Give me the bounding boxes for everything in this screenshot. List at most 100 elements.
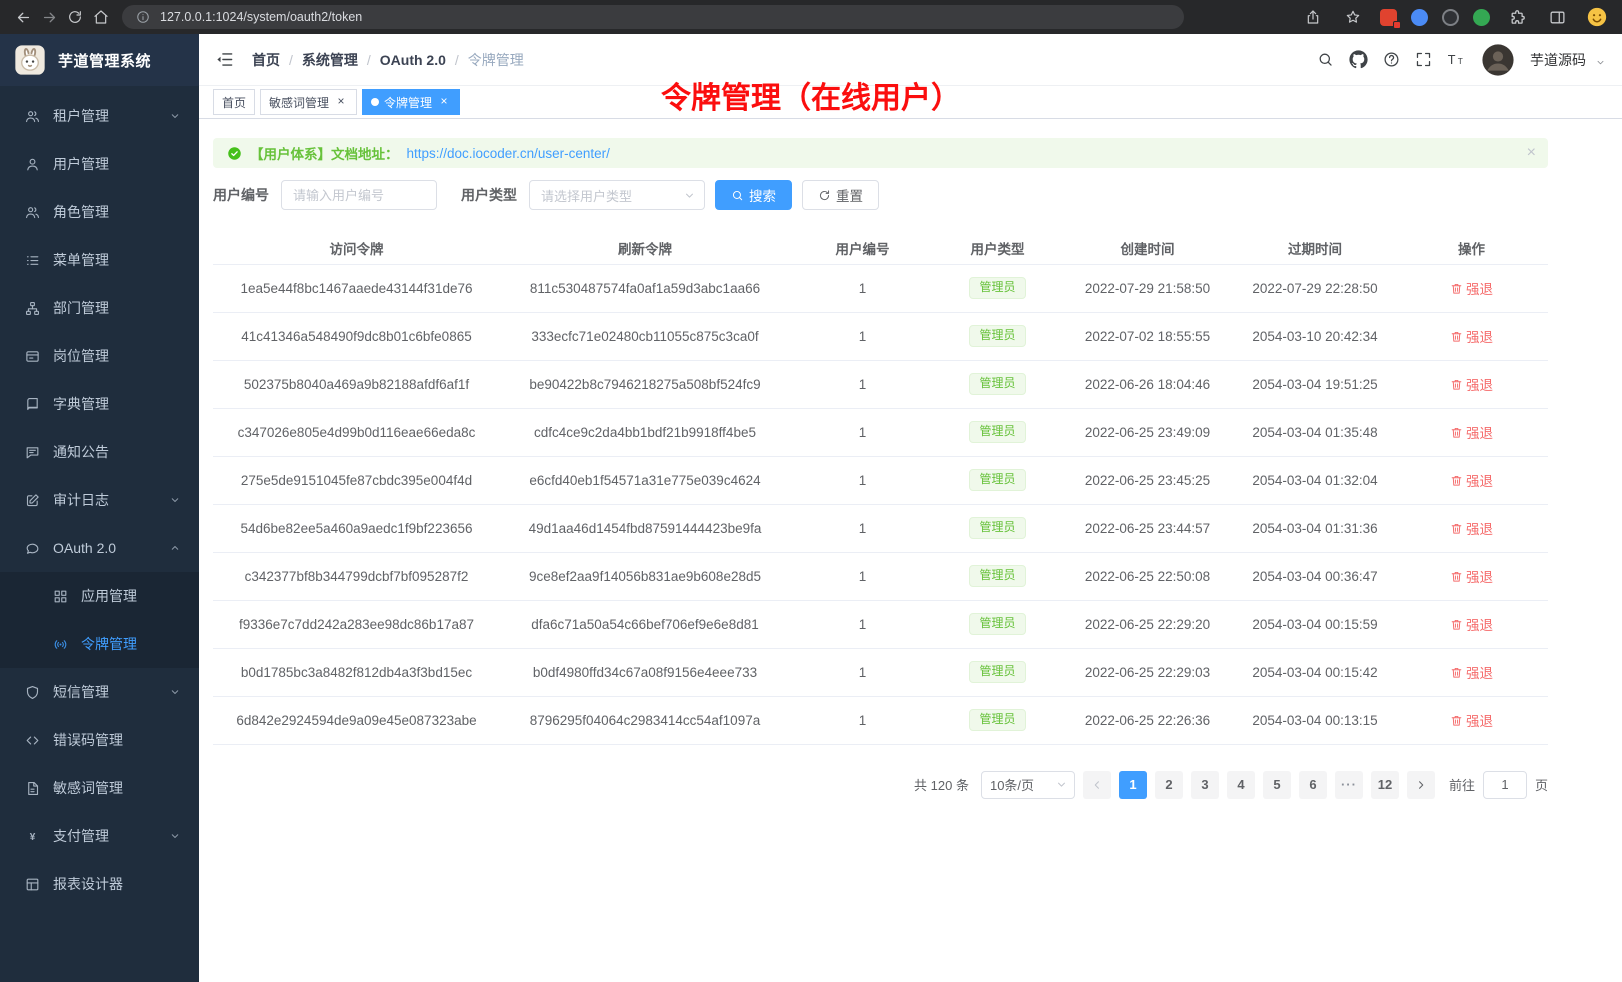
sidebar-item-oauth2[interactable]: OAuth 2.0 [0,524,199,572]
refresh-token-cell: b0df4980ffd34c67a08f9156e4eee733 [500,648,790,696]
force-logout-button[interactable]: 强退 [1450,470,1493,490]
create-time-cell: 2022-06-25 23:45:25 [1060,456,1235,504]
table-row: f9336e7c7dd242a283ee98dc86b17a87dfa6c71a… [213,600,1548,648]
font-size-icon[interactable]: TT [1447,50,1466,69]
sidebar-toggle-icon[interactable] [215,50,234,69]
doc-link[interactable]: https://doc.iocoder.cn/user-center/ [407,146,610,161]
user-id-input[interactable] [281,180,437,210]
reset-button[interactable]: 重置 [802,180,879,210]
alert-close-icon[interactable]: × [1527,145,1536,161]
page-button-2[interactable]: 2 [1155,771,1183,799]
sidebar-item-oauth2-app[interactable]: 应用管理 [0,572,199,620]
sidebar-item-dept[interactable]: 部门管理 [0,284,199,332]
fullscreen-icon[interactable] [1415,51,1432,68]
force-logout-button[interactable]: 强退 [1450,614,1493,634]
sidebar-item-sms[interactable]: 短信管理 [0,668,199,716]
help-icon[interactable] [1383,51,1400,68]
page-button-1[interactable]: 1 [1119,771,1147,799]
tab-oauth2-token[interactable]: 令牌管理× [362,89,460,115]
browser-chrome: 127.0.0.1:1024/system/oauth2/token [0,0,1622,34]
side-panel-icon[interactable] [1544,4,1570,30]
extensions-puzzle-icon[interactable] [1504,4,1530,30]
browser-profile-avatar[interactable] [1584,4,1610,30]
force-logout-button[interactable]: 强退 [1450,278,1493,298]
share-icon[interactable] [1300,4,1326,30]
force-logout-button[interactable]: 强退 [1450,662,1493,682]
sidebar-item-oauth2-token[interactable]: 令牌管理 [0,620,199,668]
page-button-3[interactable]: 3 [1191,771,1219,799]
search-icon[interactable] [1317,51,1334,68]
breadcrumb-item[interactable]: OAuth 2.0 [380,52,446,68]
browser-forward-icon[interactable] [36,4,62,30]
sms-icon [24,685,40,700]
sidebar-item-role[interactable]: 角色管理 [0,188,199,236]
sidebar-item-notice[interactable]: 通知公告 [0,428,199,476]
browser-refresh-icon[interactable] [62,4,88,30]
tab-home[interactable]: 首页 [213,89,255,115]
extension-icon[interactable] [1442,9,1459,26]
extension-icon[interactable] [1473,9,1490,26]
page-button-6[interactable]: 6 [1299,771,1327,799]
extension-icon[interactable] [1411,9,1428,26]
sidebar-item-error-code[interactable]: 错误码管理 [0,716,199,764]
browser-back-icon[interactable] [10,4,36,30]
table-row: 6d842e2924594de9a09e45e087323abe8796295f… [213,696,1548,744]
user-type-select[interactable]: 请选择用户类型 [529,180,705,210]
bookmark-star-icon[interactable] [1340,4,1366,30]
expire-time-cell: 2054-03-04 01:32:04 [1235,456,1395,504]
create-time-cell: 2022-06-26 18:04:46 [1060,360,1235,408]
sidebar-item-menu[interactable]: 菜单管理 [0,236,199,284]
sidebar-item-pay[interactable]: ¥支付管理 [0,812,199,860]
refresh-token-cell: be90422b8c7946218275a508bf524fc9 [500,360,790,408]
force-logout-button[interactable]: 强退 [1450,326,1493,346]
page-button-4[interactable]: 4 [1227,771,1255,799]
goto-page-input[interactable] [1483,771,1527,799]
force-logout-button[interactable]: 强退 [1450,710,1493,730]
chevron-down-icon[interactable] [1595,57,1606,68]
force-logout-button[interactable]: 强退 [1450,374,1493,394]
search-button[interactable]: 搜索 [715,180,792,210]
username[interactable]: 芋道源码 [1530,50,1586,70]
force-logout-button[interactable]: 强退 [1450,422,1493,442]
sidebar-item-user[interactable]: 用户管理 [0,140,199,188]
sidebar-item-tenant[interactable]: 租户管理 [0,92,199,140]
user-id-cell: 1 [790,360,935,408]
sidebar-item-sensitive-word[interactable]: 敏感词管理 [0,764,199,812]
sidebar-item-post[interactable]: 岗位管理 [0,332,199,380]
search-button-label: 搜索 [749,185,776,205]
next-page-button[interactable] [1407,771,1435,799]
success-check-icon [227,146,242,161]
tab-close-icon[interactable]: × [437,95,451,109]
navbar-actions: TT 芋道源码 [1317,43,1606,77]
github-icon[interactable] [1349,50,1368,69]
page-size-select[interactable]: 10条/页 [981,771,1075,799]
prev-page-button[interactable] [1083,771,1111,799]
page-button-12[interactable]: 12 [1371,771,1399,799]
app-logo[interactable]: 芋道管理系统 [0,34,199,86]
tags-view-bar: 首页敏感词管理×令牌管理× [199,86,1622,119]
force-logout-button[interactable]: 强退 [1450,518,1493,538]
sidebar-item-dict[interactable]: 字典管理 [0,380,199,428]
sidebar-item-audit-log[interactable]: 审计日志 [0,476,199,524]
site-info-icon[interactable] [134,8,152,26]
chevron-down-icon [683,189,696,202]
create-time-cell: 2022-06-25 23:49:09 [1060,408,1235,456]
pager-ellipsis[interactable]: ··· [1335,771,1363,799]
breadcrumb-item[interactable]: 系统管理 [302,50,358,70]
expire-time-cell: 2054-03-04 01:35:48 [1235,408,1395,456]
access-token-cell: 6d842e2924594de9a09e45e087323abe [213,696,500,744]
browser-home-icon[interactable] [88,4,114,30]
breadcrumb-item[interactable]: 首页 [252,50,280,70]
sidebar-item-report[interactable]: 报表设计器 [0,860,199,908]
token-icon [52,637,68,652]
page-button-5[interactable]: 5 [1263,771,1291,799]
force-logout-button[interactable]: 强退 [1450,566,1493,586]
url-bar[interactable]: 127.0.0.1:1024/system/oauth2/token [122,5,1184,29]
extension-icon[interactable] [1380,9,1397,26]
tab-close-icon[interactable]: × [334,95,348,109]
user-avatar[interactable] [1481,43,1515,77]
tab-sensitive-word[interactable]: 敏感词管理× [260,89,357,115]
app-icon [52,589,68,604]
expire-time-cell: 2054-03-04 00:13:15 [1235,696,1395,744]
user-type-badge: 管理员 [969,325,1025,348]
